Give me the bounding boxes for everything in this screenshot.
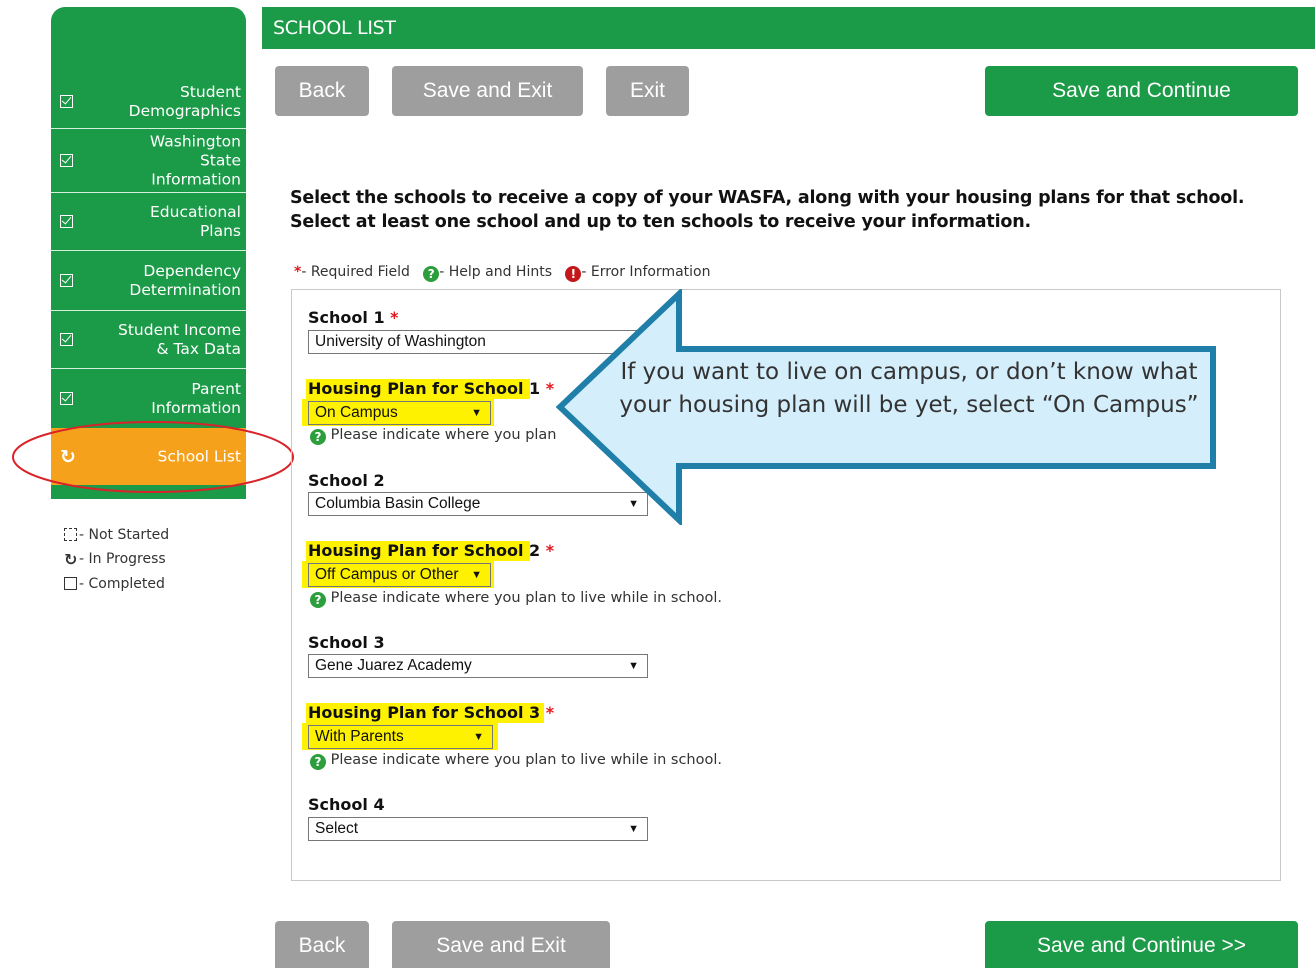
- housing-plan-1-select[interactable]: On Campus ▼: [308, 401, 491, 425]
- sidebar-item-label: Student Demographics: [128, 83, 241, 120]
- school-3-label: School 3: [308, 633, 385, 652]
- back-button[interactable]: Back: [275, 66, 369, 116]
- dropdown-arrow-icon: ▼: [471, 407, 482, 419]
- label-text: School 1: [308, 308, 385, 327]
- callout-text: If you want to live on campus, or don’t …: [619, 359, 1199, 418]
- checkbox-checked-icon: [60, 273, 73, 287]
- sidebar-item-dependency-determination[interactable]: Dependency Determination: [51, 250, 246, 310]
- select-value: Gene Juarez Academy: [315, 657, 472, 674]
- label-text: Housing Plan for School 2: [308, 541, 541, 560]
- school-3-select[interactable]: Gene Juarez Academy ▼: [308, 654, 648, 678]
- required-asterisk-icon: *: [545, 541, 555, 560]
- checkbox-checked-icon: [60, 391, 73, 405]
- school-4-label: School 4: [308, 795, 385, 814]
- housing-plan-2-select[interactable]: Off Campus or Other ▼: [308, 563, 491, 587]
- dropdown-arrow-icon: ▼: [628, 660, 639, 672]
- back-button-bottom[interactable]: Back: [275, 921, 369, 968]
- school-2-label: School 2: [308, 471, 385, 490]
- school-4-select[interactable]: Select ▼: [308, 817, 648, 841]
- save-and-exit-button-bottom[interactable]: Save and Exit: [392, 921, 610, 968]
- field-legend: *- Required Field ? - Help and Hints ! - E…: [294, 264, 710, 282]
- hint-text: Please indicate where you plan to live w…: [330, 590, 723, 606]
- hint-text: Please indicate where you plan: [330, 427, 557, 443]
- dropdown-arrow-icon: ▼: [628, 823, 639, 835]
- legend-not-started: - Not Started: [64, 527, 169, 543]
- legend-label: - In Progress: [79, 551, 166, 567]
- sidebar-item-label: Dependency Determination: [129, 261, 241, 299]
- housing-plan-2-hint: ? Please indicate where you plan to live…: [310, 590, 722, 608]
- page-title: SCHOOL LIST: [262, 7, 1315, 49]
- not-started-icon: [64, 528, 77, 541]
- sidebar-item-student-income-tax-data[interactable]: Student Income & Tax Data: [51, 310, 246, 368]
- label-text: Housing Plan for School 3: [308, 703, 541, 722]
- help-icon: ?: [310, 429, 326, 445]
- highlight-ellipse: [12, 421, 294, 493]
- housing-plan-3-label: Housing Plan for School 3 *: [308, 703, 554, 722]
- label-text: School 3: [308, 633, 385, 652]
- legend-in-progress: ↻ - In Progress: [64, 550, 166, 569]
- exit-button[interactable]: Exit: [606, 66, 689, 116]
- checkbox-checked-icon: [60, 332, 73, 346]
- housing-plan-3-hint: ? Please indicate where you plan to live…: [310, 752, 722, 770]
- help-icon: ?: [310, 754, 326, 770]
- select-value: Off Campus or Other: [315, 566, 459, 583]
- save-and-exit-button[interactable]: Save and Exit: [392, 66, 583, 116]
- sidebar-item-washington-state-information[interactable]: Washington State Information: [51, 128, 246, 192]
- instructions: Select the schools to receive a copy of …: [290, 186, 1245, 234]
- help-icon: ?: [310, 592, 326, 608]
- label-text: School 2: [308, 471, 385, 490]
- housing-plan-1-hint: ? Please indicate where you plan: [310, 427, 557, 445]
- legend-completed: - Completed: [64, 576, 165, 592]
- save-and-continue-button-bottom[interactable]: Save and Continue >>: [985, 921, 1298, 968]
- school-1-label: School 1 *: [308, 308, 399, 327]
- label-text: School 4: [308, 795, 385, 814]
- sidebar-item-label: Washington State Information: [149, 132, 241, 188]
- dropdown-arrow-icon: ▼: [471, 569, 482, 581]
- select-value: Select: [315, 820, 359, 837]
- legend-label: - Completed: [79, 576, 165, 592]
- legend-label: - Required Field: [301, 264, 410, 280]
- checkbox-checked-icon: [64, 577, 77, 590]
- checkbox-checked-icon: [60, 95, 73, 108]
- housing-plan-2-label: Housing Plan for School 2 *: [308, 541, 554, 560]
- legend-label: - Help and Hints: [439, 264, 552, 280]
- select-value: University of Washington: [315, 333, 486, 350]
- sidebar-item-label: Parent Information: [151, 379, 241, 417]
- instructions-line-2: Select at least one school and up to ten…: [290, 212, 1031, 232]
- legend-label: - Error Information: [581, 264, 711, 280]
- required-asterisk-icon: *: [390, 308, 399, 327]
- label-text: Housing Plan for School 1: [308, 379, 541, 398]
- required-asterisk-icon: *: [545, 379, 555, 398]
- select-value: On Campus: [315, 404, 398, 421]
- refresh-icon: ↻: [64, 550, 78, 569]
- sidebar-item-educational-plans[interactable]: Educational Plans: [51, 192, 246, 250]
- help-icon: ?: [423, 266, 440, 282]
- select-value: Columbia Basin College: [315, 495, 481, 512]
- hint-text: Please indicate where you plan to live w…: [330, 752, 723, 768]
- instructions-line-1: Select the schools to receive a copy of …: [290, 188, 1245, 208]
- housing-plan-1-label: Housing Plan for School 1 *: [308, 379, 554, 398]
- housing-plan-3-select[interactable]: With Parents ▼: [308, 725, 493, 749]
- required-asterisk-icon: *: [545, 703, 555, 722]
- checkbox-checked-icon: [60, 214, 73, 228]
- select-value: With Parents: [315, 728, 404, 745]
- checkbox-checked-icon: [60, 153, 73, 167]
- save-and-continue-button[interactable]: Save and Continue: [985, 66, 1298, 116]
- sidebar-item-label: Educational Plans: [150, 202, 241, 240]
- sidebar-item-student-demographics[interactable]: Student Demographics: [51, 76, 246, 128]
- dropdown-arrow-icon: ▼: [473, 731, 484, 743]
- sidebar-item-label: Student Income & Tax Data: [118, 320, 241, 358]
- legend-label: - Not Started: [79, 527, 170, 543]
- error-icon: !: [565, 266, 582, 282]
